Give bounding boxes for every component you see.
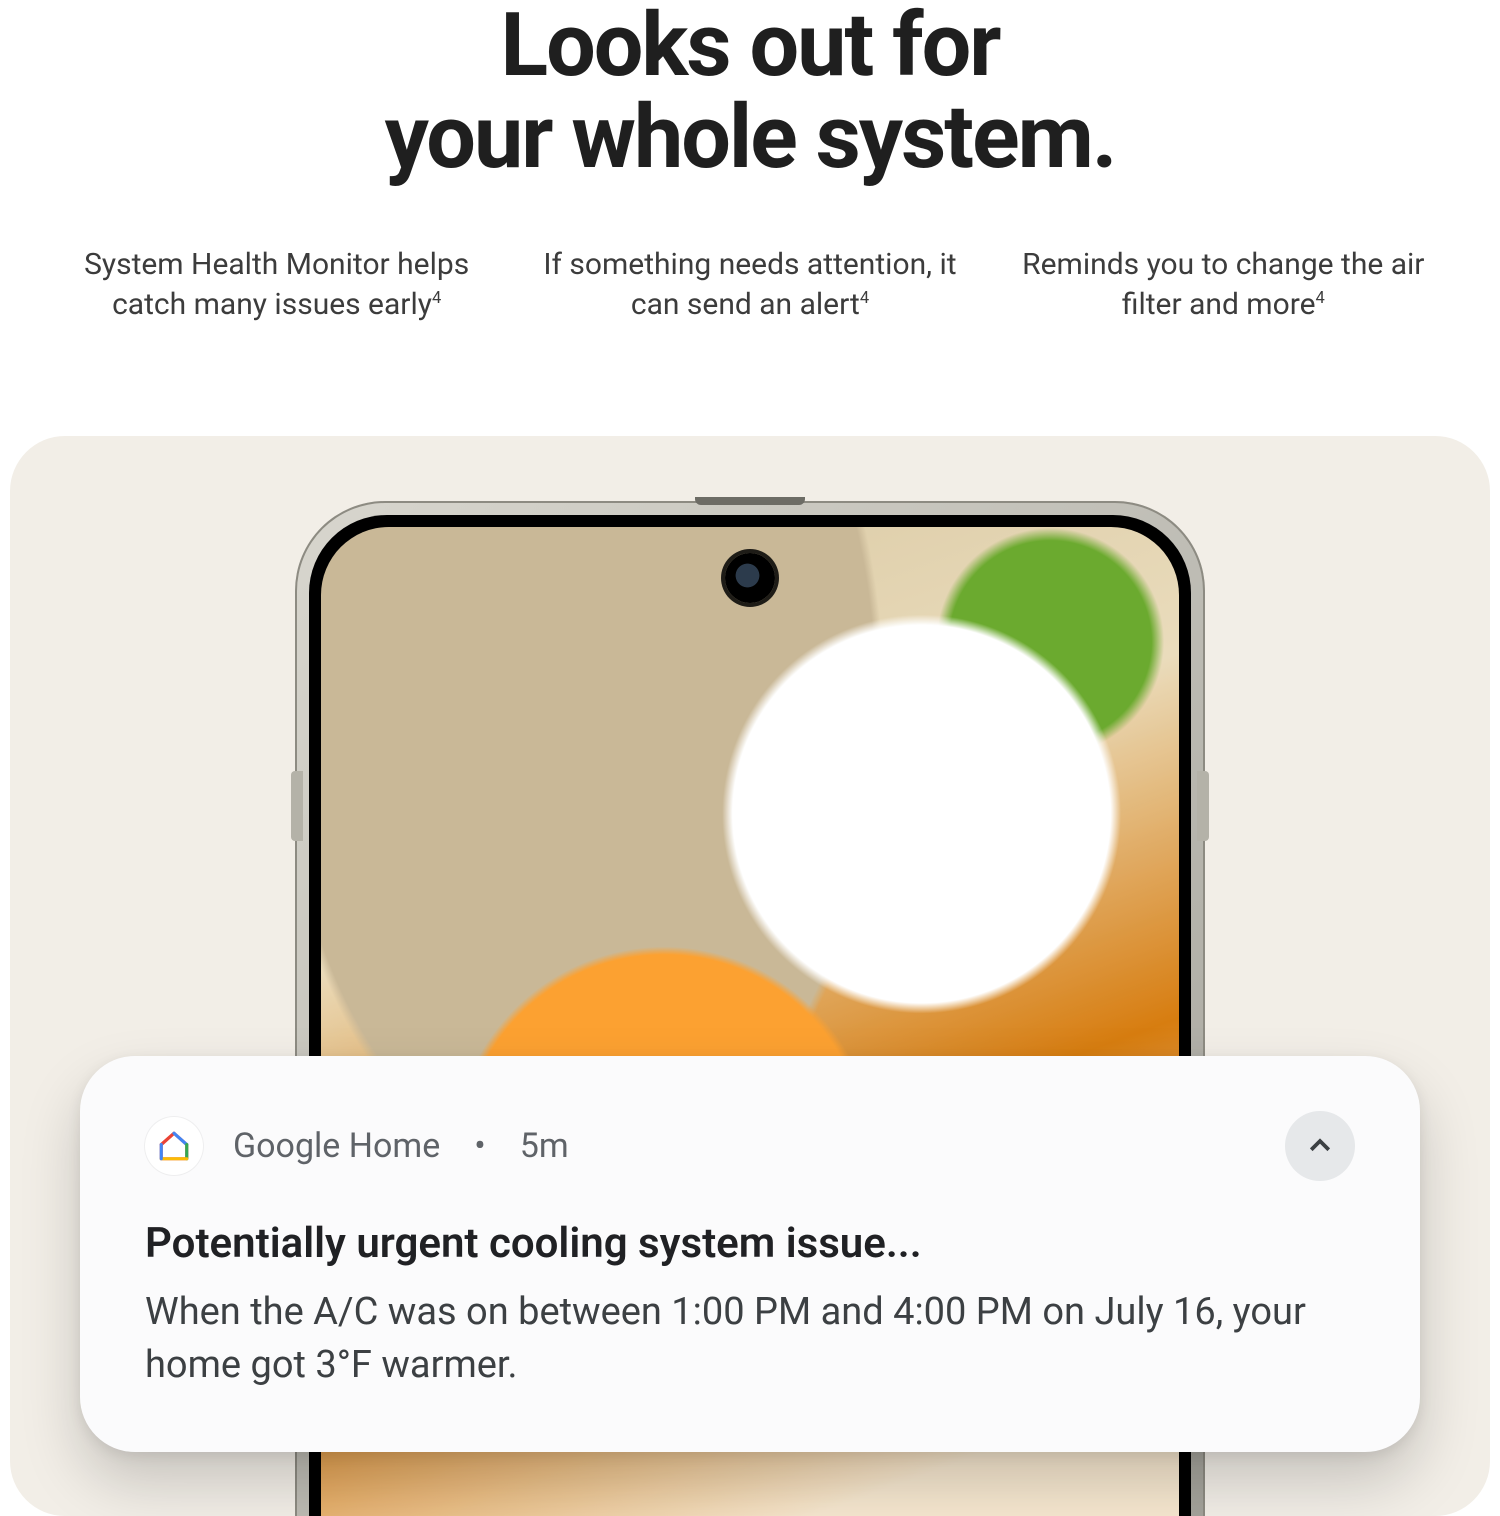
feature-text: If something needs attention, it can sen… bbox=[543, 247, 956, 323]
notification-title: Potentially urgent cooling system issue.… bbox=[145, 1219, 1355, 1268]
feature-blurb: If something needs attention, it can sen… bbox=[533, 245, 966, 326]
collapse-button[interactable] bbox=[1285, 1111, 1355, 1181]
phone-side-button-left bbox=[291, 771, 303, 841]
phone-speaker bbox=[695, 497, 805, 505]
phone-stage: Google Home • 5m Potentially urgent cool… bbox=[10, 436, 1490, 1516]
notification-card[interactable]: Google Home • 5m Potentially urgent cool… bbox=[80, 1056, 1420, 1452]
feature-blurb: System Health Monitor helps catch many i… bbox=[60, 245, 493, 326]
footnote-ref: 4 bbox=[432, 289, 441, 308]
notification-header: Google Home • 5m bbox=[145, 1111, 1355, 1181]
phone-side-button-right bbox=[1197, 771, 1209, 841]
headline-line2: your whole system. bbox=[385, 86, 1116, 189]
feature-row: System Health Monitor helps catch many i… bbox=[0, 245, 1500, 326]
headline: Looks out for your whole system. bbox=[60, 0, 1440, 185]
notification-body: When the A/C was on between 1:00 PM and … bbox=[145, 1286, 1355, 1392]
footnote-ref: 4 bbox=[1316, 289, 1325, 308]
headline-line1: Looks out for bbox=[500, 0, 999, 97]
notification-time-ago: 5m bbox=[520, 1126, 569, 1166]
hero-headline: Looks out for your whole system. bbox=[0, 0, 1500, 185]
feature-blurb: Reminds you to change the air filter and… bbox=[1007, 245, 1440, 326]
feature-text: Reminds you to change the air filter and… bbox=[1022, 247, 1424, 323]
front-camera-icon bbox=[725, 553, 775, 603]
footnote-ref: 4 bbox=[860, 289, 869, 308]
feature-text: System Health Monitor helps catch many i… bbox=[84, 247, 469, 323]
notification-app-name: Google Home bbox=[233, 1126, 440, 1166]
separator-dot: • bbox=[474, 1126, 485, 1166]
google-home-icon bbox=[145, 1117, 203, 1175]
chevron-up-icon bbox=[1305, 1131, 1335, 1161]
